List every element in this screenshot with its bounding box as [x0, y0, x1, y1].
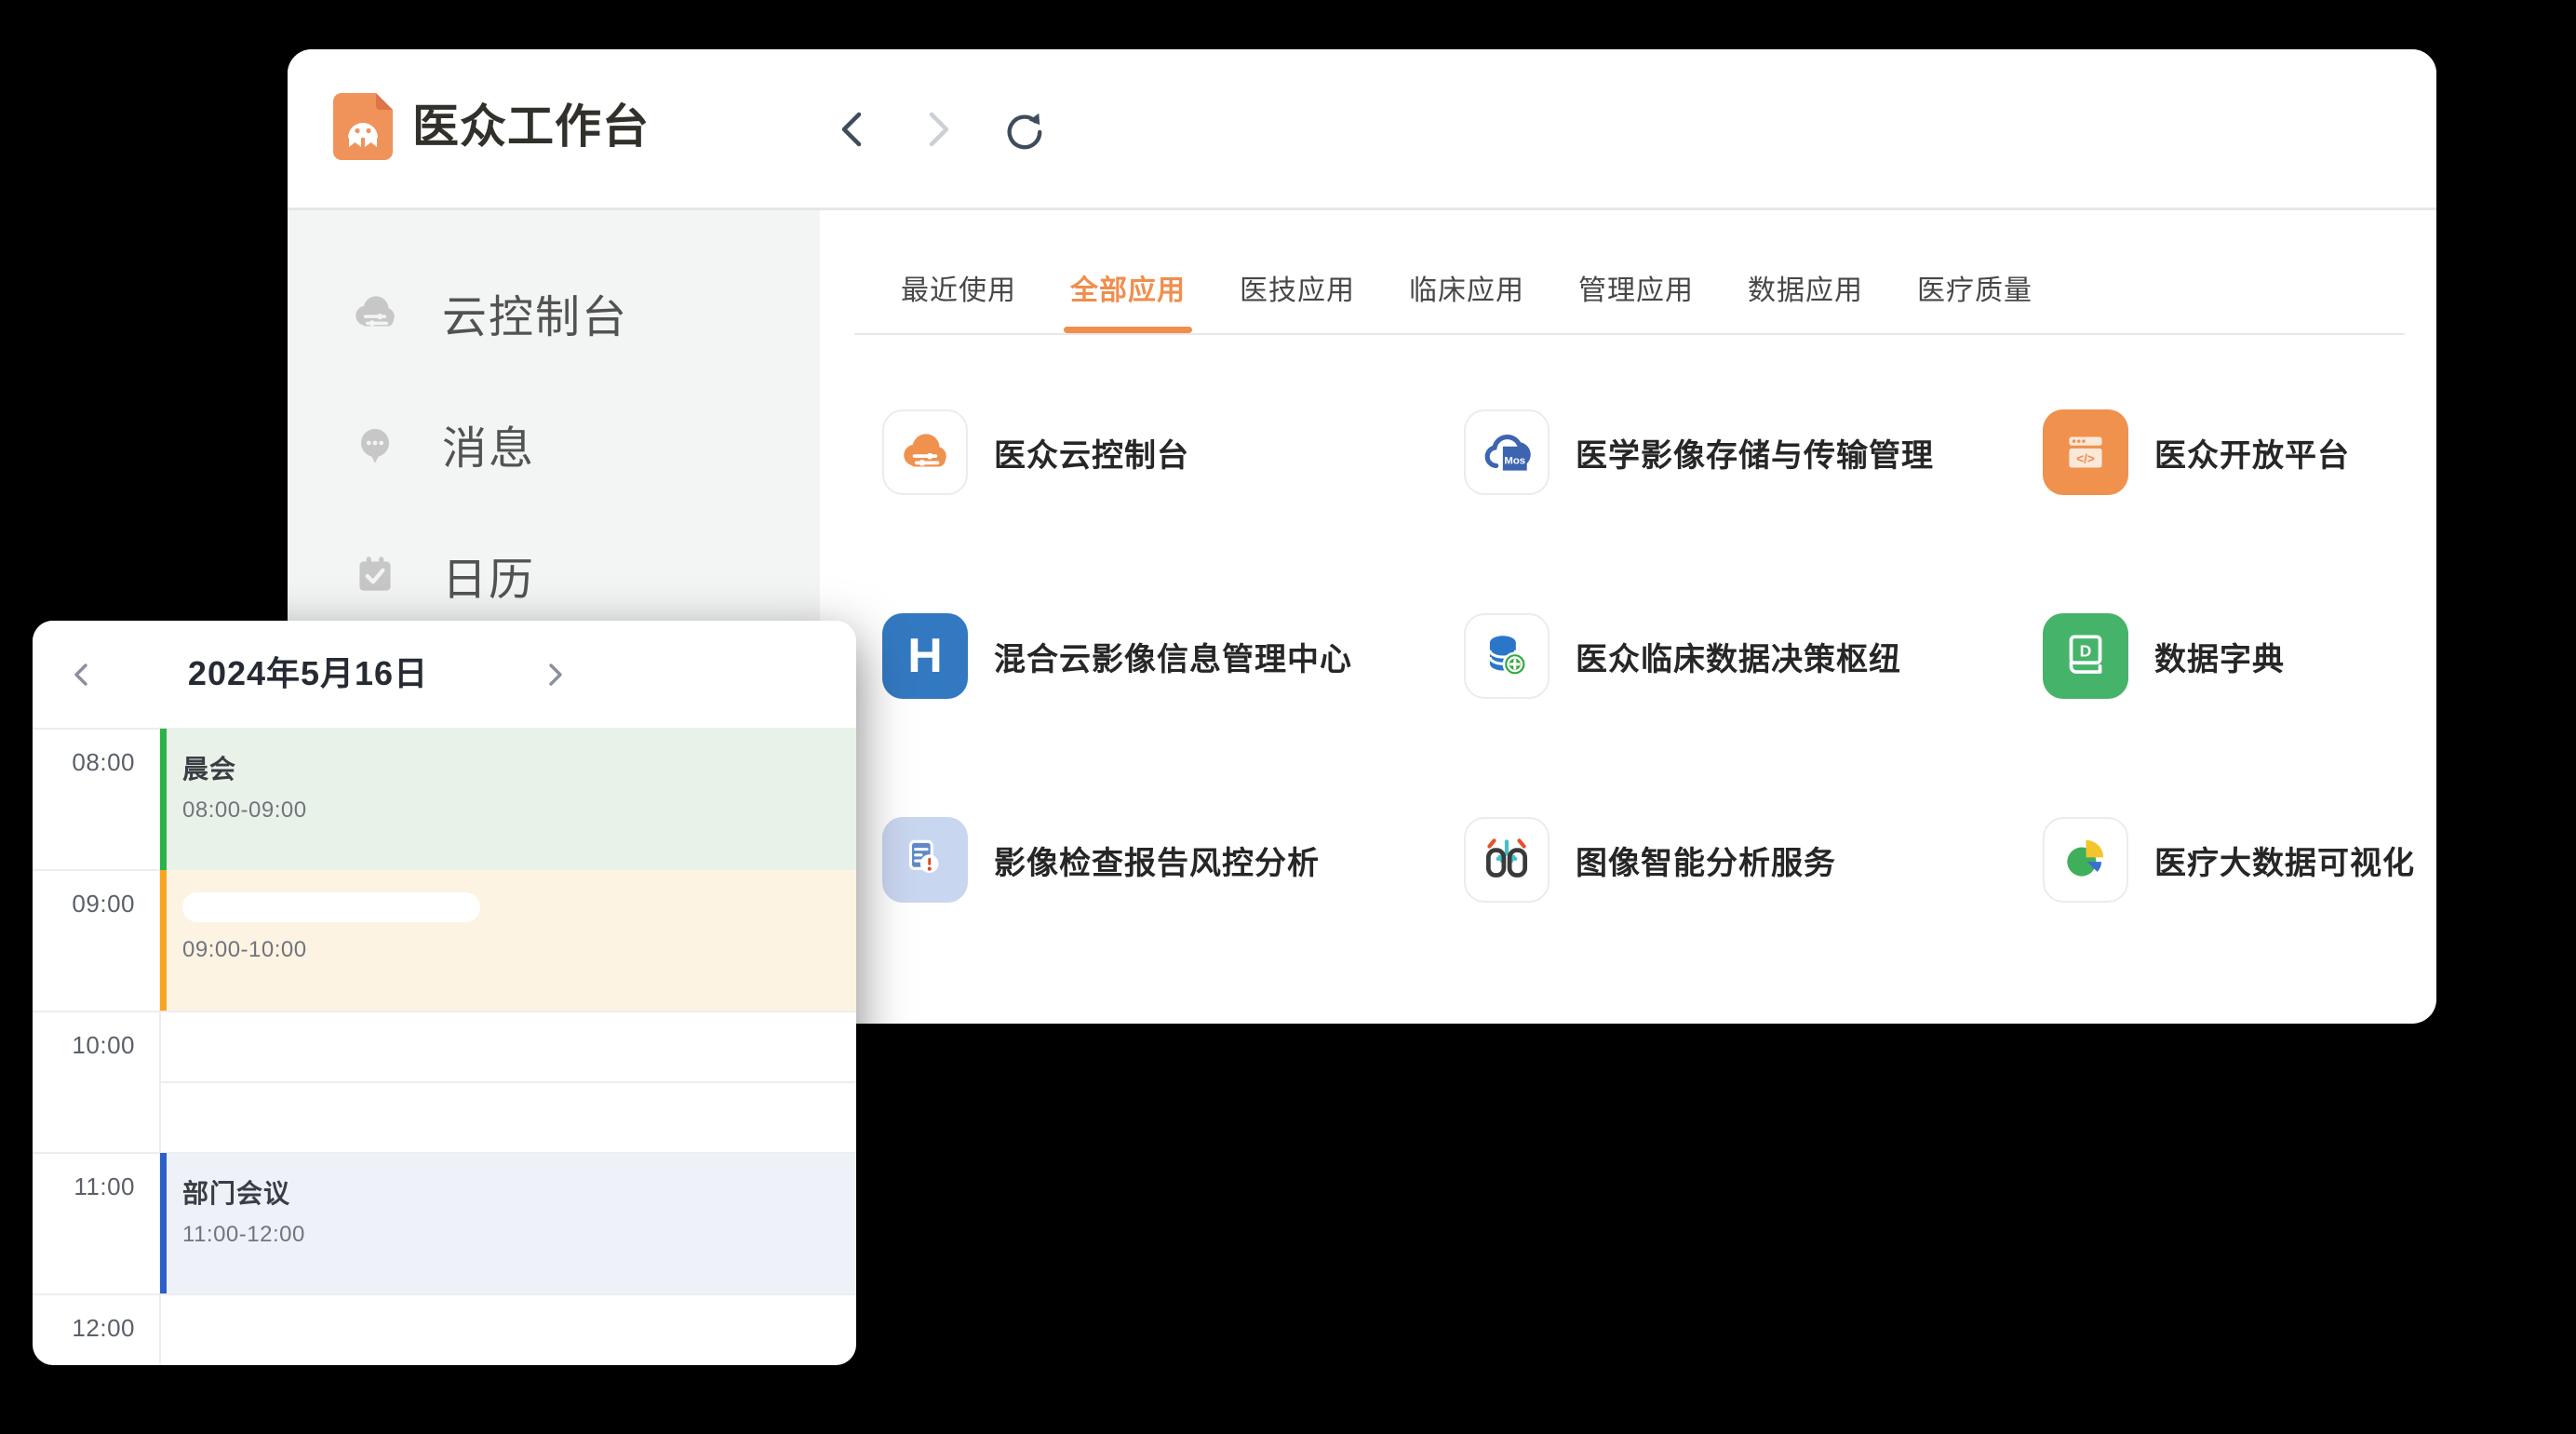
big-data-visualization-icon [2058, 832, 2113, 888]
event-title: 部门会议 [182, 1173, 856, 1211]
app-item-data-dictionary[interactable]: D 数据字典 [2043, 613, 2285, 699]
event-accent-bar [160, 870, 167, 1011]
tab-all-apps[interactable]: 全部应用 [1070, 273, 1186, 310]
sidebar-item-label: 日历 [442, 543, 535, 608]
medical-image-storage-icon: Mos [1477, 422, 1536, 482]
app-item-report-risk-analysis[interactable]: 影像检查报告风控分析 [882, 817, 1320, 903]
cloud-console-icon [896, 423, 954, 481]
calendar-event-morning-meeting[interactable]: 晨会 08:00-09:00 [160, 729, 856, 870]
titlebar: 医众工作台 [288, 49, 2436, 210]
forward-button[interactable] [918, 107, 959, 152]
calendar-event-redacted[interactable]: 09:00-10:00 [160, 870, 856, 1011]
sidebar-item-label: 云控制台 [442, 280, 628, 345]
refresh-icon [1003, 108, 1044, 151]
event-time: 11:00-12:00 [182, 1222, 856, 1248]
message-bubble-icon [349, 418, 401, 470]
page-background: { "app": { "title": "医众工作台" }, "sidebar"… [0, 0, 2576, 1434]
image-ai-analysis-icon [1479, 832, 1535, 888]
svg-text:D: D [2080, 642, 2092, 661]
nav-buttons [832, 107, 1044, 152]
app-label: 图像智能分析服务 [1576, 838, 1836, 883]
chevron-left-icon [69, 661, 93, 689]
sidebar-item-cloud-console[interactable]: 云控制台 [349, 268, 796, 357]
calendar-date-label: 2024年5月16日 [122, 621, 494, 727]
time-label: 10:00 [33, 1031, 135, 1060]
data-dictionary-icon: D [2058, 628, 2113, 684]
hybrid-cloud-imaging-icon: H [907, 632, 943, 680]
time-label: 08:00 [33, 748, 135, 777]
svg-text:</>: </> [2076, 451, 2095, 465]
chevron-right-icon [543, 661, 568, 689]
hour-gridline [33, 1011, 856, 1012]
half-hour-gridline [159, 1081, 856, 1083]
svg-text:Mos: Mos [1504, 455, 1525, 466]
app-label: 医学影像存储与传输管理 [1576, 430, 1934, 476]
app-label: 混合云影像信息管理中心 [994, 634, 1352, 679]
window-title: 医众工作台 [412, 90, 650, 163]
event-time: 09:00-10:00 [182, 937, 856, 963]
app-label: 医疗大数据可视化 [2154, 838, 2415, 883]
event-accent-bar [160, 729, 167, 870]
app-label: 数据字典 [2154, 634, 2285, 679]
calendar-panel: 2024年5月16日 08:00 09:00 10:00 11:00 12:00… [33, 621, 856, 1365]
time-label: 09:00 [33, 890, 135, 918]
sidebar-item-messages[interactable]: 消息 [349, 399, 796, 489]
tab-bar: 最近使用 全部应用 医技应用 临床应用 管理应用 数据应用 医疗质量 [901, 273, 2033, 310]
tab-clinical-apps[interactable]: 临床应用 [1409, 273, 1524, 310]
open-platform-icon: </> [2058, 424, 2113, 480]
app-item-clinical-data-hub[interactable]: 医众临床数据决策枢纽 [1464, 613, 1901, 699]
tab-medical-quality[interactable]: 医疗质量 [1917, 273, 2033, 310]
app-item-open-platform[interactable]: </> 医众开放平台 [2043, 409, 2350, 495]
time-label: 11:00 [33, 1173, 135, 1201]
calendar-next-button[interactable] [535, 654, 576, 695]
app-label: 医众云控制台 [994, 430, 1189, 476]
chevron-left-icon [837, 109, 868, 150]
event-title: 晨会 [182, 749, 856, 786]
app-label: 医众临床数据决策枢纽 [1576, 634, 1901, 679]
time-label: 12:00 [33, 1314, 135, 1343]
app-item-hybrid-cloud-imaging[interactable]: H 混合云影像信息管理中心 [882, 613, 1352, 699]
event-accent-bar [160, 1153, 167, 1293]
refresh-button[interactable] [1003, 107, 1044, 152]
report-risk-analysis-icon [897, 832, 953, 888]
clinical-data-hub-icon [1478, 627, 1536, 685]
hour-gridline [33, 1293, 856, 1295]
sidebar-item-label: 消息 [442, 411, 535, 476]
event-time: 08:00-09:00 [182, 797, 856, 824]
calendar-header: 2024年5月16日 [33, 621, 856, 727]
app-label: 影像检查报告风控分析 [994, 838, 1320, 883]
app-item-medical-image-storage[interactable]: Mos 医学影像存储与传输管理 [1464, 409, 1934, 495]
tab-management-apps[interactable]: 管理应用 [1578, 273, 1694, 310]
tab-medtech-apps[interactable]: 医技应用 [1240, 273, 1355, 310]
app-item-cloud-console[interactable]: 医众云控制台 [882, 409, 1189, 495]
app-label: 医众开放平台 [2154, 430, 2350, 476]
app-item-big-data-visualization[interactable]: 医疗大数据可视化 [2043, 817, 2415, 903]
back-button[interactable] [832, 107, 873, 152]
calendar-event-department-meeting[interactable]: 部门会议 11:00-12:00 [160, 1153, 856, 1293]
event-title-redacted [182, 892, 480, 922]
app-logo-icon [333, 93, 393, 160]
calendar-prev-button[interactable] [60, 654, 101, 695]
tab-recently-used[interactable]: 最近使用 [901, 273, 1016, 310]
sidebar-item-calendar[interactable]: 日历 [349, 530, 796, 620]
app-item-image-ai-analysis[interactable]: 图像智能分析服务 [1464, 817, 1836, 903]
cloud-settings-icon [349, 287, 401, 339]
calendar-check-icon [349, 549, 401, 601]
chevron-right-icon [922, 109, 954, 150]
tabs-divider [854, 333, 2405, 335]
tab-data-apps[interactable]: 数据应用 [1748, 273, 1863, 310]
